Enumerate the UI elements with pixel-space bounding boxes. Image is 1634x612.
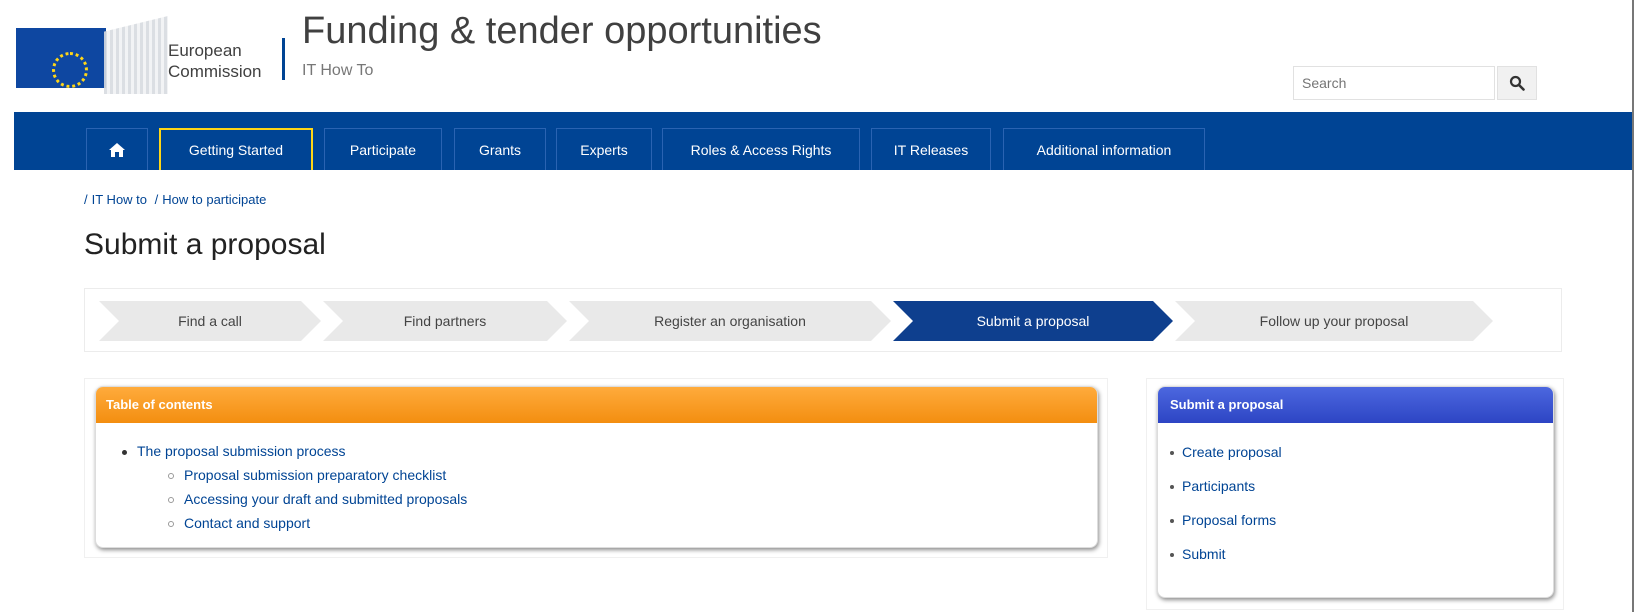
site-header: European Commission Funding & tender opp… [0,0,1634,112]
bullet-icon [1170,519,1174,524]
bullet-icon [1170,553,1174,558]
eu-stars-icon [52,52,88,88]
step-submit-proposal[interactable]: Submit a proposal [893,301,1173,341]
site-subtitle[interactable]: IT How To [302,62,373,80]
site-title[interactable]: Funding & tender opportunities [302,10,822,53]
bullet-icon [122,449,127,455]
table-of-contents: Table of contents The proposal submissio… [95,386,1098,548]
step-find-a-call[interactable]: Find a call [99,301,321,341]
toc-sub-item-label[interactable]: Accessing your draft and submitted propo… [184,491,467,507]
magnifier-icon [1509,75,1525,91]
organisation-line-1: European [168,41,242,60]
nav-label: Participate [349,141,417,158]
bullet-icon [1170,485,1174,490]
nav-additional-information[interactable]: Additional information [1003,128,1205,170]
breadcrumb: / IT How to / How to participate [84,192,266,207]
nav-label: Roles & Access Rights [690,141,832,158]
nav-home[interactable] [86,128,148,170]
nav-participate[interactable]: Participate [324,128,442,170]
toc-sub-list: Proposal submission preparatory checklis… [122,463,1097,535]
breadcrumb-how-to-participate[interactable]: How to participate [162,192,266,207]
breadcrumb-it-how-to[interactable]: IT How to [92,192,147,207]
circle-bullet-icon [168,497,174,504]
home-icon [109,142,125,157]
submit-proposal-menu: Submit a proposal Create proposal Partic… [1157,386,1554,598]
nav-experts[interactable]: Experts [556,128,652,170]
circle-bullet-icon [168,473,174,480]
main-navigation: Getting Started Participate Grants Exper… [14,112,1634,170]
step-register-organisation[interactable]: Register an organisation [569,301,891,341]
side-menu-item-label[interactable]: Proposal forms [1182,512,1276,528]
search-input[interactable] [1294,67,1494,99]
toc-sub-item-label[interactable]: Proposal submission preparatory checklis… [184,467,446,483]
side-menu-list: Create proposal Participants Proposal fo… [1158,423,1553,571]
breadcrumb-separator: / [84,192,88,207]
step-follow-up-proposal[interactable]: Follow up your proposal [1175,301,1493,341]
nav-it-releases[interactable]: IT Releases [871,128,991,170]
nav-label: Getting Started [188,142,284,158]
step-label: Find partners [403,313,487,329]
organisation-line-2: Commission [168,62,262,81]
organisation-name: European Commission [168,40,262,82]
side-menu-item[interactable]: Participants [1170,469,1553,503]
page-title: Submit a proposal [84,228,326,261]
nav-label: Grants [478,141,521,158]
side-menu-item[interactable]: Create proposal [1170,435,1553,469]
search-field[interactable] [1293,66,1495,100]
side-menu-item-label[interactable]: Create proposal [1182,444,1282,460]
nav-grants[interactable]: Grants [454,128,546,170]
step-label: Follow up your proposal [1259,313,1409,329]
process-steps: Find a call Find partners Register an or… [84,288,1562,352]
bullet-icon [1170,451,1174,456]
nav-label: Experts [580,141,628,158]
side-menu-item-label[interactable]: Participants [1182,478,1255,494]
nav-label: Additional information [1036,141,1172,158]
toc-sub-item[interactable]: Contact and support [168,511,1097,535]
toc-list: The proposal submission process Proposal… [96,423,1097,535]
eu-flag-icon [16,28,106,88]
search-button[interactable] [1497,66,1537,100]
toc-sub-item[interactable]: Accessing your draft and submitted propo… [168,487,1097,511]
logo-divider [282,38,285,80]
side-menu-item[interactable]: Submit [1170,537,1553,571]
nav-getting-started[interactable]: Getting Started [159,128,313,170]
toc-sub-item[interactable]: Proposal submission preparatory checklis… [168,463,1097,487]
side-menu-item-label[interactable]: Submit [1182,546,1226,562]
toc-heading: Table of contents [96,387,1097,423]
european-commission-logo[interactable] [16,16,168,94]
side-menu-item[interactable]: Proposal forms [1170,503,1553,537]
nav-roles-access-rights[interactable]: Roles & Access Rights [662,128,860,170]
step-label: Find a call [178,313,242,329]
nav-label: IT Releases [893,141,969,158]
side-menu-heading: Submit a proposal [1158,387,1553,423]
step-label: Submit a proposal [976,313,1090,329]
breadcrumb-separator: / [154,192,159,207]
step-label: Register an organisation [654,313,806,329]
toc-item-label[interactable]: The proposal submission process [137,443,346,459]
berlaymont-building-icon [104,16,168,94]
circle-bullet-icon [168,521,174,528]
toc-sub-item-label[interactable]: Contact and support [184,515,310,531]
step-find-partners[interactable]: Find partners [323,301,567,341]
toc-item[interactable]: The proposal submission process Proposal… [122,439,1097,535]
